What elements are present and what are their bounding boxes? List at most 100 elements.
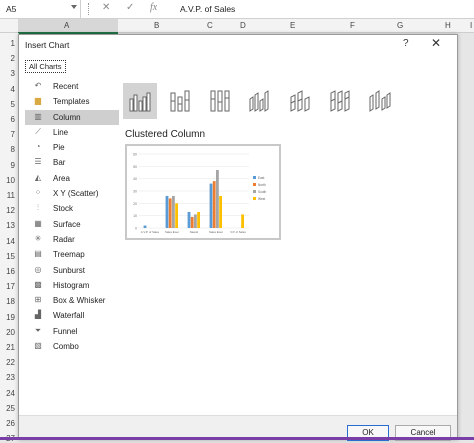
row-header[interactable]: 7: [11, 130, 15, 139]
subtype-3d-clustered-column[interactable]: [243, 83, 277, 119]
column-header[interactable]: B: [154, 21, 159, 30]
3d-column-icon: [369, 90, 391, 112]
bar: [209, 183, 213, 228]
chart-type-area[interactable]: ◭ Area: [25, 171, 119, 186]
row-header[interactable]: 17: [6, 282, 15, 291]
chart-type-templates[interactable]: ▆ Templates: [25, 94, 119, 109]
enter-icon[interactable]: ✓: [126, 2, 134, 13]
chart-type-bar[interactable]: ☰ Bar: [25, 155, 119, 170]
row-header[interactable]: 19: [6, 313, 15, 322]
bar: [197, 211, 200, 228]
chart-type-label: Waterfall: [53, 311, 85, 321]
row-header[interactable]: 26: [6, 419, 15, 428]
percent-stacked-column-icon: [210, 90, 230, 112]
row-header[interactable]: 14: [6, 237, 15, 246]
chart-type-combo[interactable]: ▧ Combo: [25, 339, 119, 354]
chart-type-sunburst[interactable]: ◎ Sunburst: [25, 263, 119, 278]
chart-type-line[interactable]: ⟋ Line: [25, 125, 119, 140]
3d-clustered-column-icon: [249, 90, 269, 112]
bar-chart-icon: ☰: [34, 157, 42, 167]
chart-type-stock[interactable]: ⫶ Stock: [25, 201, 119, 216]
row-header[interactable]: 16: [6, 267, 15, 276]
subtype-gallery: [123, 81, 423, 121]
chart-type-label: Bar: [53, 158, 66, 168]
clustered-column-icon: [129, 92, 151, 112]
row-header[interactable]: 11: [7, 191, 15, 200]
name-box[interactable]: A5: [0, 0, 81, 18]
subtype-clustered-column[interactable]: [123, 83, 157, 119]
row-header[interactable]: 18: [6, 297, 15, 306]
chart-type-label: Stock: [53, 204, 74, 214]
subtype-3d-stacked-column[interactable]: [283, 83, 317, 119]
cancel-icon[interactable]: ✕: [102, 2, 110, 13]
surface-chart-icon: ▦: [34, 218, 42, 228]
legend-label: South: [258, 190, 267, 194]
column-header[interactable]: A: [64, 21, 69, 30]
row-header[interactable]: 4: [11, 85, 15, 94]
legend-label: East: [258, 176, 264, 180]
chart-preview[interactable]: 0 10 20 30 40 50 60 A.V.P. of Sales Sales Exec Na…: [125, 144, 281, 240]
subtype-stacked-column[interactable]: [163, 83, 197, 119]
bar: [165, 195, 169, 228]
chart-type-histogram[interactable]: ▩ Histogram: [25, 278, 119, 293]
close-icon[interactable]: ✕: [431, 36, 441, 50]
chart-type-label: Histogram: [53, 280, 90, 290]
help-icon[interactable]: ?: [403, 38, 409, 49]
column-chart-icon: ▥: [34, 111, 42, 121]
treemap-icon: ▤: [34, 249, 42, 259]
chart-type-surface[interactable]: ▦ Surface: [25, 217, 119, 232]
subtype-3d-column[interactable]: [363, 83, 397, 119]
row-header[interactable]: 8: [11, 145, 15, 154]
bar: [216, 170, 219, 228]
row-header[interactable]: 23: [6, 373, 15, 382]
column-header[interactable]: F: [350, 21, 355, 30]
chart-type-waterfall[interactable]: ▟ Waterfall: [25, 308, 119, 323]
chart-type-radar[interactable]: ✳ Radar: [25, 232, 119, 247]
column-header[interactable]: C: [207, 21, 213, 30]
chart-type-treemap[interactable]: ▤ Treemap: [25, 247, 119, 262]
row-header[interactable]: 10: [6, 176, 15, 185]
chart-type-label: Surface: [53, 219, 81, 229]
row-header[interactable]: 15: [6, 252, 15, 261]
subtype-3d-100-stacked-column[interactable]: [323, 83, 357, 119]
funnel-icon: ⏷: [34, 325, 42, 335]
row-header[interactable]: 21: [6, 343, 15, 352]
bar: [168, 198, 172, 228]
column-header[interactable]: H: [445, 21, 451, 30]
column-header[interactable]: E: [290, 21, 295, 30]
chart-type-recent[interactable]: ↶ Recent: [25, 79, 119, 94]
row-header[interactable]: 2: [11, 54, 15, 63]
row-header[interactable]: 6: [11, 115, 15, 124]
tab-all-charts[interactable]: All Charts: [25, 60, 66, 73]
x-tick-label: Nawaz: [190, 230, 199, 234]
row-header[interactable]: 1: [11, 39, 15, 48]
chart-type-box-whisker[interactable]: ⊞ Box & Whisker: [25, 293, 119, 308]
insert-function-icon[interactable]: fx: [150, 2, 157, 13]
box-whisker-icon: ⊞: [34, 295, 42, 305]
formula-bar-grip[interactable]: [88, 3, 91, 15]
chevron-down-icon[interactable]: [71, 5, 77, 9]
row-header[interactable]: 25: [6, 404, 15, 413]
row-header[interactable]: 24: [6, 389, 15, 398]
legend-swatch: [253, 176, 256, 179]
chart-type-funnel[interactable]: ⏷ Funnel: [25, 324, 119, 339]
subtype-100-stacked-column[interactable]: [203, 83, 237, 119]
row-header[interactable]: 9: [11, 161, 15, 170]
chart-type-label: Combo: [53, 342, 79, 352]
column-header[interactable]: D: [240, 21, 246, 30]
row-header[interactable]: 20: [6, 328, 15, 337]
chart-type-x-y-scatter[interactable]: ⁘ X Y (Scatter): [25, 186, 119, 201]
row-header[interactable]: 22: [6, 358, 15, 367]
row-header[interactable]: 5: [11, 100, 15, 109]
row-header[interactable]: 13: [6, 221, 15, 230]
combo-chart-icon: ▧: [34, 341, 42, 351]
row-header[interactable]: 3: [11, 69, 15, 78]
chart-type-pie[interactable]: ◔ Pie: [25, 140, 119, 155]
chart-type-label: Recent: [53, 82, 79, 91]
chart-type-column[interactable]: ▥ Column: [25, 109, 119, 125]
column-header[interactable]: I: [470, 21, 472, 30]
formula-value[interactable]: A.V.P. of Sales: [180, 4, 235, 14]
x-tick-label: Sales Exec: [165, 230, 180, 234]
row-header[interactable]: 12: [6, 206, 15, 215]
column-header[interactable]: G: [397, 21, 403, 30]
